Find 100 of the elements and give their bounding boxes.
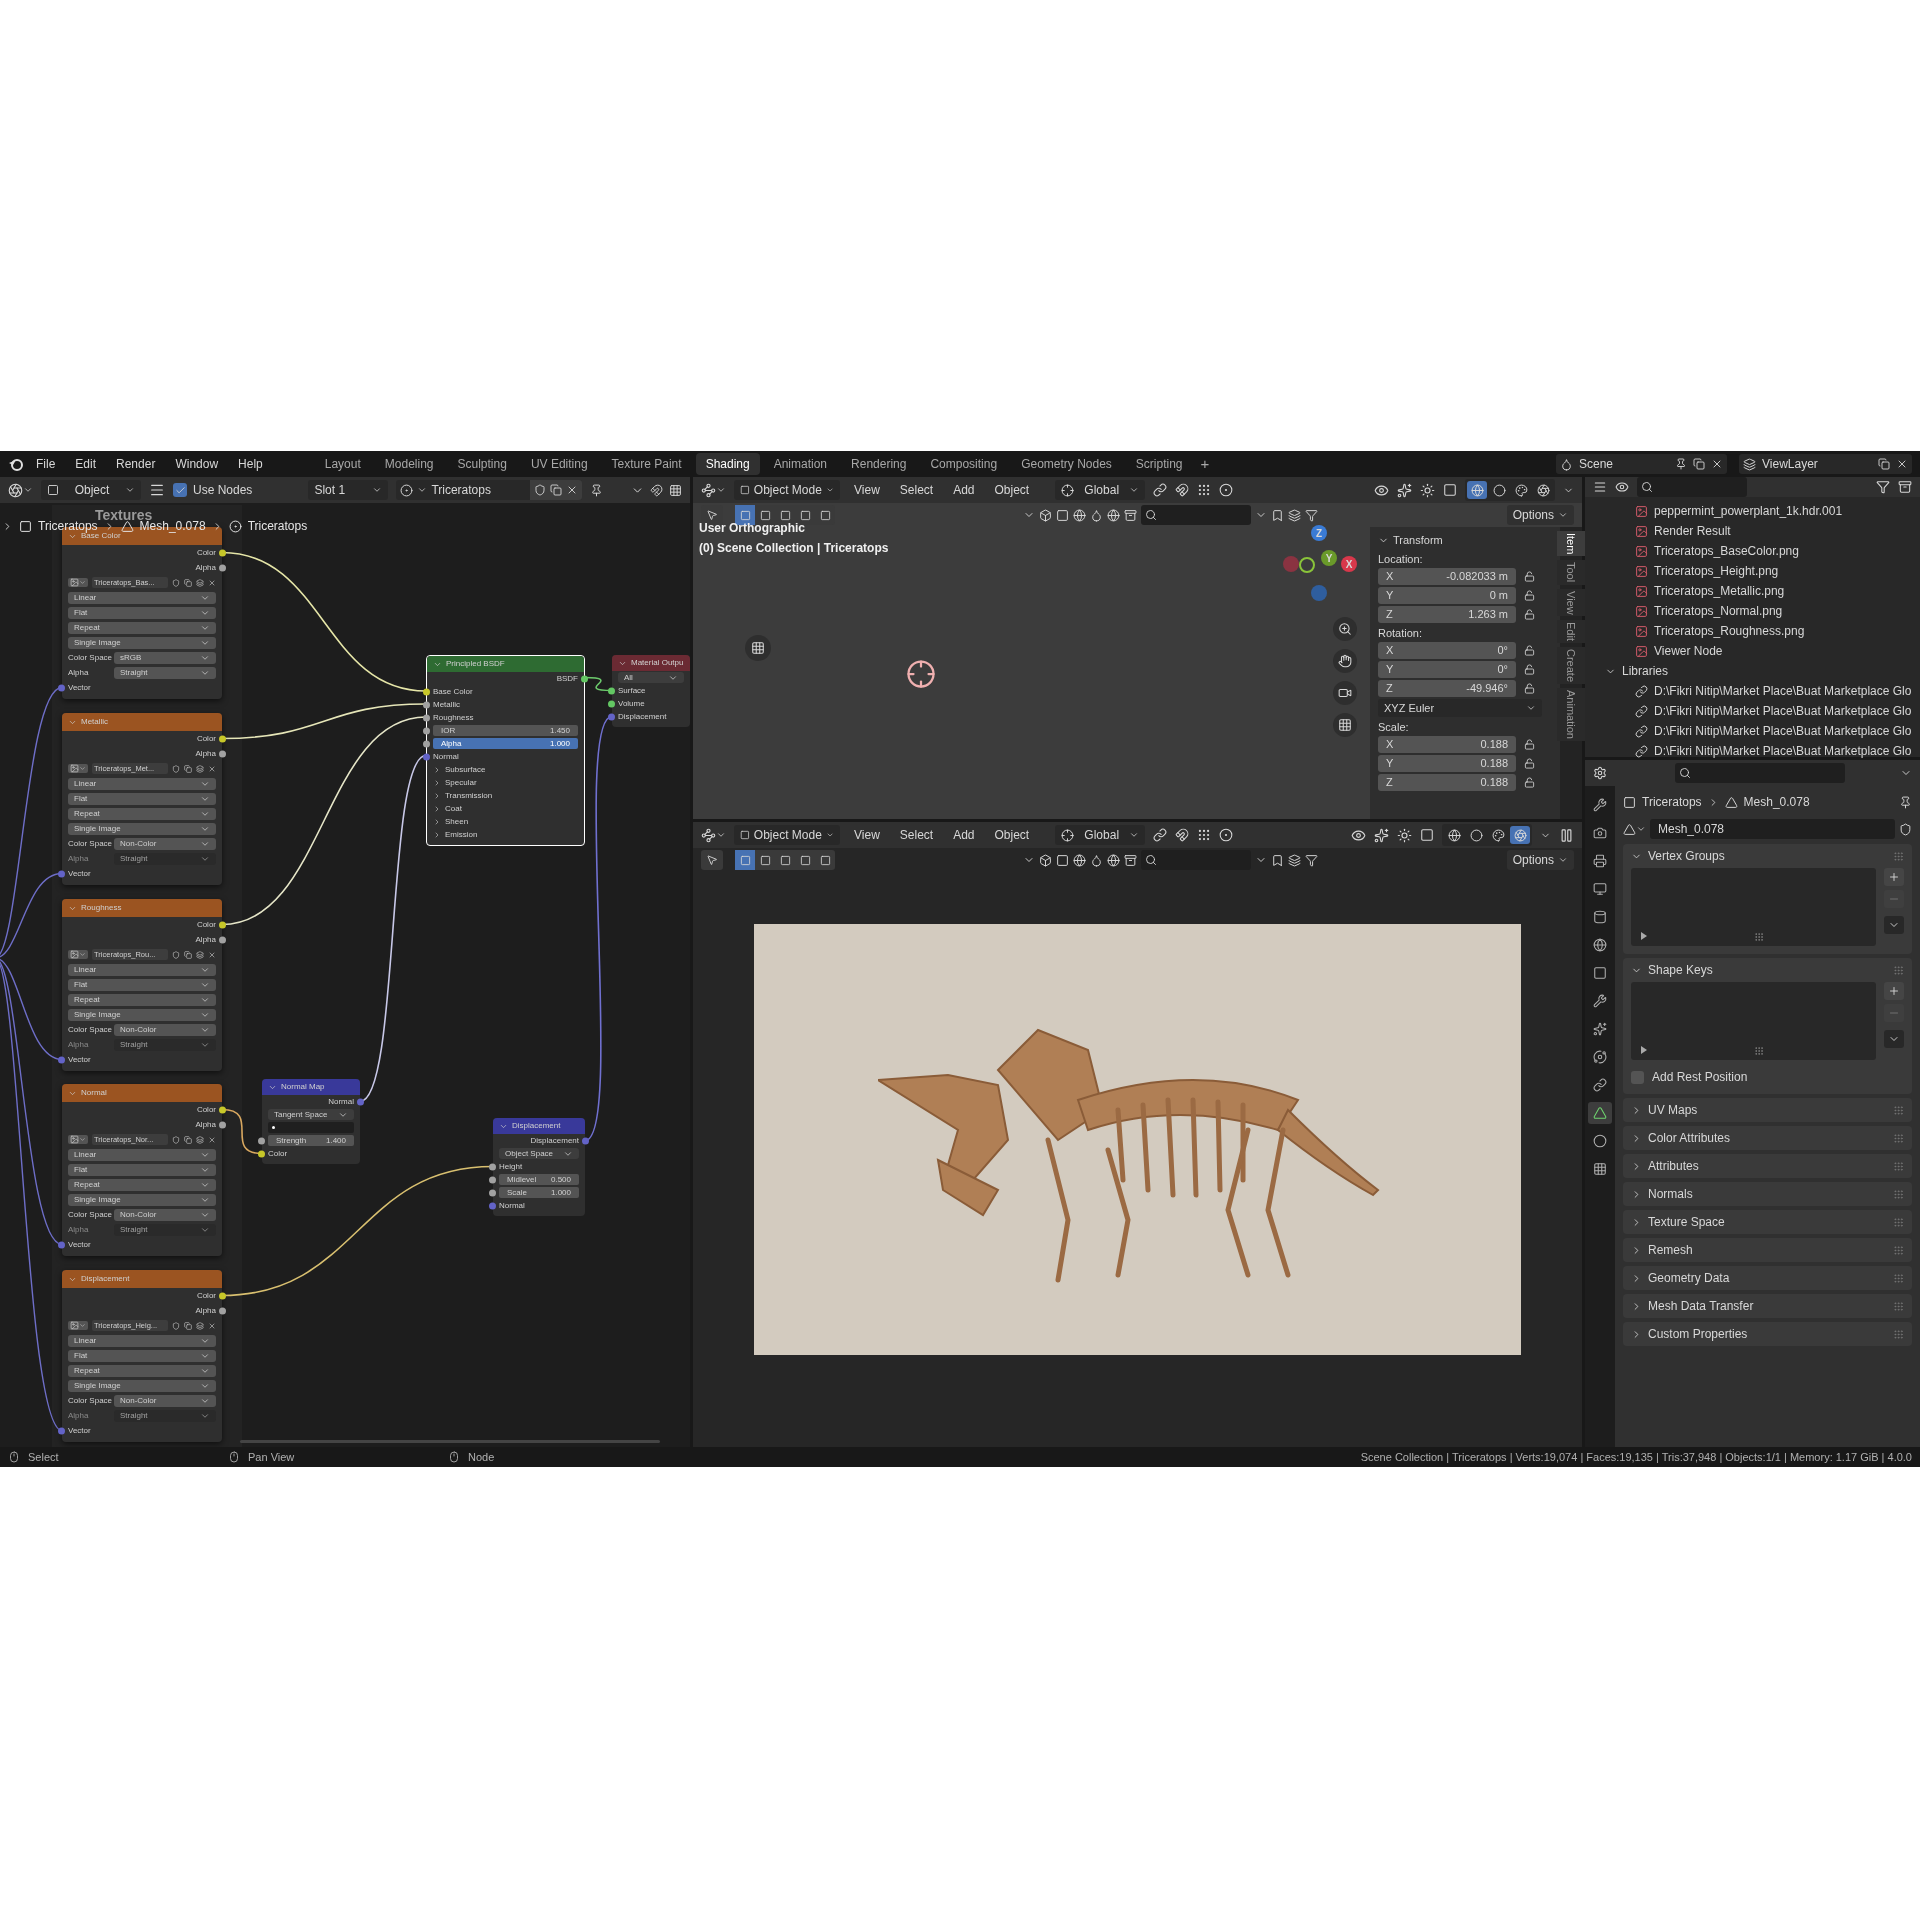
material-selector[interactable]: Triceratops (396, 480, 583, 500)
workspace-tab[interactable]: Sculpting (447, 453, 517, 475)
node-header[interactable]: Displacement (62, 1270, 222, 1288)
node-header[interactable]: Roughness (62, 899, 222, 917)
dropdown[interactable]: Straight (114, 1409, 216, 1422)
panel-header[interactable]: Shape Keys (1623, 958, 1912, 982)
node-header[interactable]: Normal (62, 1084, 222, 1102)
outliner-item[interactable]: Viewer Node (1635, 641, 1920, 661)
orientation-dropdown[interactable]: Global (1055, 480, 1146, 500)
outliner-item[interactable]: Triceratops_Height.png (1635, 561, 1920, 581)
number-field[interactable]: X 0° (1378, 642, 1516, 659)
outliner-item[interactable]: D:\Fikri Nitip\Market Place\Buat Marketplace Glo (1635, 701, 1920, 721)
workspace-tab[interactable]: Geometry Nodes (1011, 453, 1122, 475)
dropdown[interactable]: Single Image (68, 1193, 216, 1206)
outliner-item[interactable]: Triceratops_BaseColor.png (1635, 541, 1920, 561)
dropdown[interactable]: Linear (68, 1334, 216, 1347)
dropdown[interactable]: Linear (68, 777, 216, 790)
panel-header[interactable]: Normals (1623, 1182, 1912, 1206)
workspace-tab[interactable]: Compositing (920, 453, 1008, 475)
panel-header[interactable]: Color Attributes (1623, 1126, 1912, 1150)
dropdown[interactable]: Tangent Space (268, 1109, 354, 1120)
dropdown[interactable]: All (618, 672, 684, 683)
number-field[interactable]: Z 0.188 (1378, 774, 1516, 791)
panel-toggle[interactable]: Transmission (433, 789, 493, 802)
outliner-item[interactable]: D:\Fikri Nitip\Market Place\Buat Marketplace Glo (1635, 741, 1920, 761)
outliner-item[interactable]: peppermint_powerplant_1k.hdr.001 (1635, 501, 1920, 521)
menu-button[interactable]: Select (893, 826, 940, 844)
view-layer-selector[interactable]: ViewLayer (1739, 454, 1912, 474)
dropdown[interactable]: Object Space (499, 1148, 579, 1159)
dropdown[interactable]: Flat (68, 792, 216, 805)
panel-toggle[interactable]: Subsurface (433, 763, 486, 776)
dropdown[interactable]: Non-Color (114, 837, 216, 850)
panel-header[interactable]: Mesh Data Transfer (1623, 1294, 1912, 1318)
outliner-item[interactable]: Triceratops_Metallic.png (1635, 581, 1920, 601)
breadcrumb-item[interactable]: Triceratops (1642, 793, 1702, 811)
panel-header[interactable]: Texture Space (1623, 1210, 1912, 1234)
dropdown[interactable]: Single Image (68, 1379, 216, 1392)
dropdown[interactable]: Flat (68, 978, 216, 991)
workspace-tab[interactable]: Scripting (1125, 453, 1193, 475)
menu-button[interactable]: Add (947, 826, 981, 844)
menu-button[interactable]: View (848, 481, 886, 499)
dropdown[interactable]: Flat (68, 1349, 216, 1362)
sidebar-tab[interactable]: Tool (1556, 560, 1586, 585)
number-field[interactable]: X 0.188 (1378, 736, 1516, 753)
dropdown[interactable]: Repeat (68, 993, 216, 1006)
outliner-item[interactable]: Libraries (1605, 661, 1920, 681)
menu-item[interactable]: Help (230, 455, 271, 473)
workspace-tab[interactable]: Modeling (374, 453, 444, 475)
dropdown[interactable]: Straight (114, 666, 216, 679)
options-dropdown[interactable]: Options (1506, 505, 1574, 525)
menu-button[interactable]: View (848, 826, 886, 844)
menu-button[interactable]: Add (947, 481, 981, 499)
menu-button[interactable]: Object (988, 481, 1036, 499)
sidebar-tab[interactable]: Animation (1556, 688, 1586, 742)
workspace-tab[interactable]: Shading (695, 453, 760, 475)
dropdown[interactable]: Linear (68, 1148, 216, 1161)
dropdown[interactable]: Non-Color (114, 1394, 216, 1407)
panel-toggle[interactable]: Sheen (433, 815, 469, 828)
panel-title[interactable]: Transform (1393, 531, 1443, 549)
node-header[interactable]: Principled BSDF (427, 656, 584, 672)
panel-header[interactable]: Custom Properties (1623, 1322, 1912, 1346)
sidebar-tab[interactable]: View (1556, 588, 1586, 617)
menu-item[interactable]: Render (108, 455, 164, 473)
number-field[interactable]: Y 0.188 (1378, 755, 1516, 772)
workspace-tab[interactable]: Animation (763, 453, 838, 475)
dropdown[interactable]: Repeat (68, 621, 216, 634)
node-header[interactable]: Metallic (62, 713, 222, 731)
value-slider[interactable]: Alpha 1.000 (433, 738, 578, 749)
orientation-dropdown[interactable]: Global (1055, 825, 1146, 845)
menu-item[interactable]: Edit (67, 455, 105, 473)
breadcrumb-item[interactable]: Triceratops (247, 517, 308, 535)
dropdown[interactable]: Non-Color (114, 1023, 216, 1036)
number-field[interactable]: Z -49.946° (1378, 680, 1516, 697)
dropdown[interactable]: sRGB (114, 651, 216, 664)
number-field[interactable]: Y 0 m (1378, 587, 1516, 604)
use-nodes-checkbox[interactable]: Use Nodes (173, 481, 253, 499)
dropdown[interactable]: Flat (68, 606, 216, 619)
value-slider[interactable]: Scale 1.000 (499, 1187, 579, 1198)
checkbox[interactable]: Add Rest Position (1631, 1064, 1904, 1086)
menu-item[interactable]: Window (167, 455, 227, 473)
dropdown[interactable]: Flat (68, 1163, 216, 1176)
dropdown[interactable]: Repeat (68, 807, 216, 820)
panel-header[interactable]: Geometry Data (1623, 1266, 1912, 1290)
datablock-field[interactable]: Mesh_0.078 (1650, 819, 1895, 839)
panel-toggle[interactable]: Specular (433, 776, 477, 789)
outliner-item[interactable]: Triceratops_Normal.png (1635, 601, 1920, 621)
breadcrumb-item[interactable]: Mesh_0.078 (1743, 793, 1810, 811)
node-header[interactable]: Displacement (493, 1118, 585, 1134)
material-name[interactable]: Triceratops (431, 481, 527, 499)
add-workspace-button[interactable]: + (1196, 452, 1214, 476)
workspace-tab[interactable]: Rendering (841, 453, 917, 475)
value-slider[interactable]: Strength 1.400 (268, 1135, 354, 1146)
menu-item[interactable]: File (28, 455, 64, 473)
principled-bsdf-node[interactable]: Principled BSDF BSDF Base Color Metallic Roughness IOR 1.450 Alpha 1.000 Normal Subsurface Specular Transmission Coat Sheen Emission (426, 655, 585, 846)
mode-dropdown[interactable]: Object Mode (734, 825, 840, 845)
options-dropdown[interactable]: Options (1506, 850, 1574, 870)
workspace-tab[interactable]: Layout (314, 453, 371, 475)
number-field[interactable]: X -0.082033 m (1378, 568, 1516, 585)
node-header[interactable]: Material Outpu (612, 655, 690, 671)
mode-dropdown[interactable]: Object Mode (734, 480, 840, 500)
